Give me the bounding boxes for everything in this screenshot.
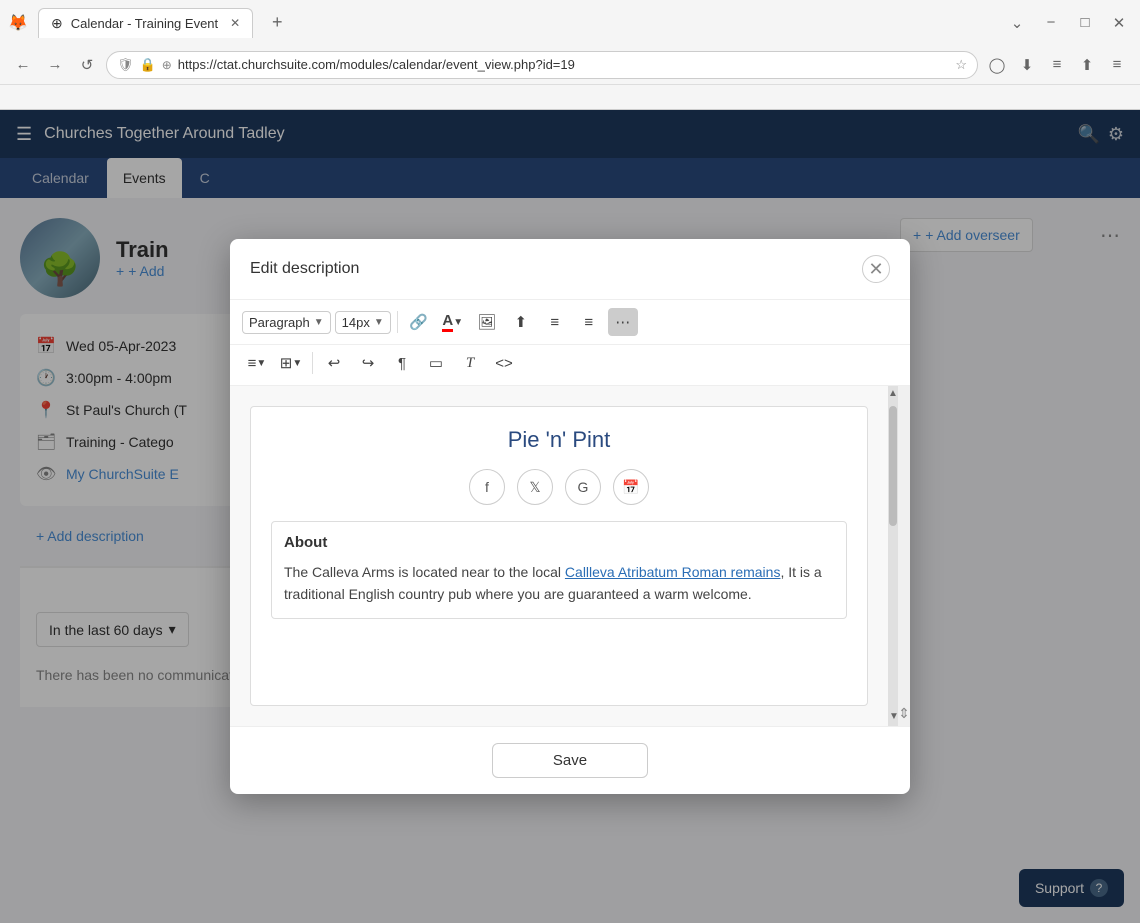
about-text-before-link: The Calleva Arms is located near to the …: [284, 564, 565, 580]
align-button[interactable]: ≡ ▼: [242, 349, 272, 377]
scroll-down-arrow[interactable]: ▼: [889, 711, 899, 722]
new-tab-button[interactable]: +: [263, 9, 291, 37]
firefox-logo-icon: 🦊: [8, 13, 28, 33]
scrollbar-thumb[interactable]: [889, 406, 897, 526]
pocket-icon[interactable]: ◯: [984, 52, 1010, 78]
clear-format-button[interactable]: T: [455, 349, 485, 377]
editor-inner[interactable]: Pie 'n' Pint f 𝕏 G 📅 About The: [250, 406, 868, 706]
browser-minimize-button[interactable]: −: [1038, 10, 1064, 36]
shield-icon: 🛡: [117, 57, 134, 73]
facebook-icon[interactable]: f: [469, 469, 505, 505]
table-button[interactable]: ⊞ ▼: [276, 349, 306, 377]
library-icon[interactable]: ≡: [1044, 52, 1070, 78]
about-heading: About: [284, 534, 834, 551]
font-size-dropdown-icon: ▼: [374, 317, 384, 328]
editor-social-icons: f 𝕏 G 📅: [271, 469, 847, 505]
tab-favicon-icon: ⊕: [51, 15, 63, 32]
share-icon[interactable]: ⬆: [1074, 52, 1100, 78]
app-container: ☰ Churches Together Around Tadley 🔍 ⚙ Ca…: [0, 110, 1140, 923]
menu-icon[interactable]: ≡: [1104, 52, 1130, 78]
modal-close-button[interactable]: ✕: [862, 255, 890, 283]
toolbar-separator-2: [312, 352, 313, 374]
browser-dropdown-icon[interactable]: ⌄: [1004, 10, 1030, 36]
ordered-list-button[interactable]: ≡: [574, 308, 604, 336]
edit-description-modal: Edit description ✕ Paragraph ▼ 14px ▼ 🔗 …: [230, 239, 910, 794]
url-text[interactable]: https://ctat.churchsuite.com/modules/cal…: [178, 57, 950, 72]
bookmark-icon[interactable]: ☆: [955, 57, 967, 73]
modal-footer: Save: [230, 726, 910, 794]
editor-content-area[interactable]: Pie 'n' Pint f 𝕏 G 📅 About The: [230, 386, 888, 726]
upload-button[interactable]: ⬆: [506, 308, 536, 336]
browser-nav-icons: ◯ ⬇ ≡ ⬆ ≡: [984, 52, 1130, 78]
paragraph-style-select[interactable]: Paragraph ▼: [242, 311, 331, 334]
block-quote-button[interactable]: ▭: [421, 349, 451, 377]
browser-navbar: ← → ↺ 🛡 🔒 ⊕ https://ctat.churchsuite.com…: [0, 45, 1140, 85]
toolbar-separator-1: [397, 311, 398, 333]
bullets-button[interactable]: ≡: [540, 308, 570, 336]
scroll-down-arrow-container: ▼: [889, 706, 899, 724]
address-icon: ⊕: [162, 58, 172, 72]
nav-forward-button[interactable]: →: [42, 52, 68, 78]
about-text: The Calleva Arms is located near to the …: [284, 561, 834, 606]
nav-refresh-button[interactable]: ↺: [74, 52, 100, 78]
calleva-link[interactable]: Callleva Atribatum Roman remains: [565, 564, 781, 580]
undo-button[interactable]: ↩: [319, 349, 349, 377]
download-icon[interactable]: ⬇: [1014, 52, 1040, 78]
modal-title: Edit description: [250, 260, 359, 278]
about-section: About The Calleva Arms is located near t…: [271, 521, 847, 619]
more-options-button[interactable]: ⋯: [608, 308, 638, 336]
browser-titlebar: 🦊 ⊕ Calendar - Training Event ✕ + ⌄ − □ …: [0, 0, 1140, 45]
save-button[interactable]: Save: [492, 743, 648, 778]
modal-header: Edit description ✕: [230, 239, 910, 300]
calendar-share-icon[interactable]: 📅: [613, 469, 649, 505]
editor-event-title[interactable]: Pie 'n' Pint: [271, 427, 847, 453]
browser-maximize-button[interactable]: □: [1072, 10, 1098, 36]
paragraph-dropdown-icon: ▼: [314, 317, 324, 328]
browser-chrome: 🦊 ⊕ Calendar - Training Event ✕ + ⌄ − □ …: [0, 0, 1140, 110]
editor-toolbar-row2: ≡ ▼ ⊞ ▼ ↩ ↪ ¶ ▭ T <>: [230, 345, 910, 386]
twitter-icon[interactable]: 𝕏: [517, 469, 553, 505]
font-size-select[interactable]: 14px ▼: [335, 311, 391, 334]
resize-icon: ⇕: [898, 705, 910, 722]
paragraph-mark-button[interactable]: ¶: [387, 349, 417, 377]
link-button[interactable]: 🔗: [404, 308, 434, 336]
code-button[interactable]: <>: [489, 349, 519, 377]
editor-resize-handle[interactable]: ⇕: [898, 386, 910, 726]
redo-button[interactable]: ↪: [353, 349, 383, 377]
image-button[interactable]: 🖼: [472, 308, 502, 336]
address-bar[interactable]: 🛡 🔒 ⊕ https://ctat.churchsuite.com/modul…: [106, 51, 978, 79]
editor-scrollbar[interactable]: ▲ ▼: [888, 386, 898, 726]
text-color-button[interactable]: A ▼: [438, 308, 468, 336]
lock-icon: 🔒: [140, 57, 156, 73]
google-icon[interactable]: G: [565, 469, 601, 505]
scroll-up-arrow[interactable]: ▲: [888, 388, 898, 399]
editor-body: Pie 'n' Pint f 𝕏 G 📅 About The: [230, 386, 910, 726]
tab-close-button[interactable]: ✕: [230, 16, 240, 30]
tab-title: Calendar - Training Event: [71, 16, 218, 31]
browser-close-button[interactable]: ✕: [1106, 10, 1132, 36]
paragraph-label: Paragraph: [249, 315, 310, 330]
font-size-label: 14px: [342, 315, 370, 330]
modal-overlay[interactable]: Edit description ✕ Paragraph ▼ 14px ▼ 🔗 …: [0, 110, 1140, 923]
active-tab[interactable]: ⊕ Calendar - Training Event ✕: [38, 8, 253, 38]
editor-toolbar-row1: Paragraph ▼ 14px ▼ 🔗 A ▼ 🖼 ⬆ ≡ ≡ ⋯: [230, 300, 910, 345]
nav-back-button[interactable]: ←: [10, 52, 36, 78]
